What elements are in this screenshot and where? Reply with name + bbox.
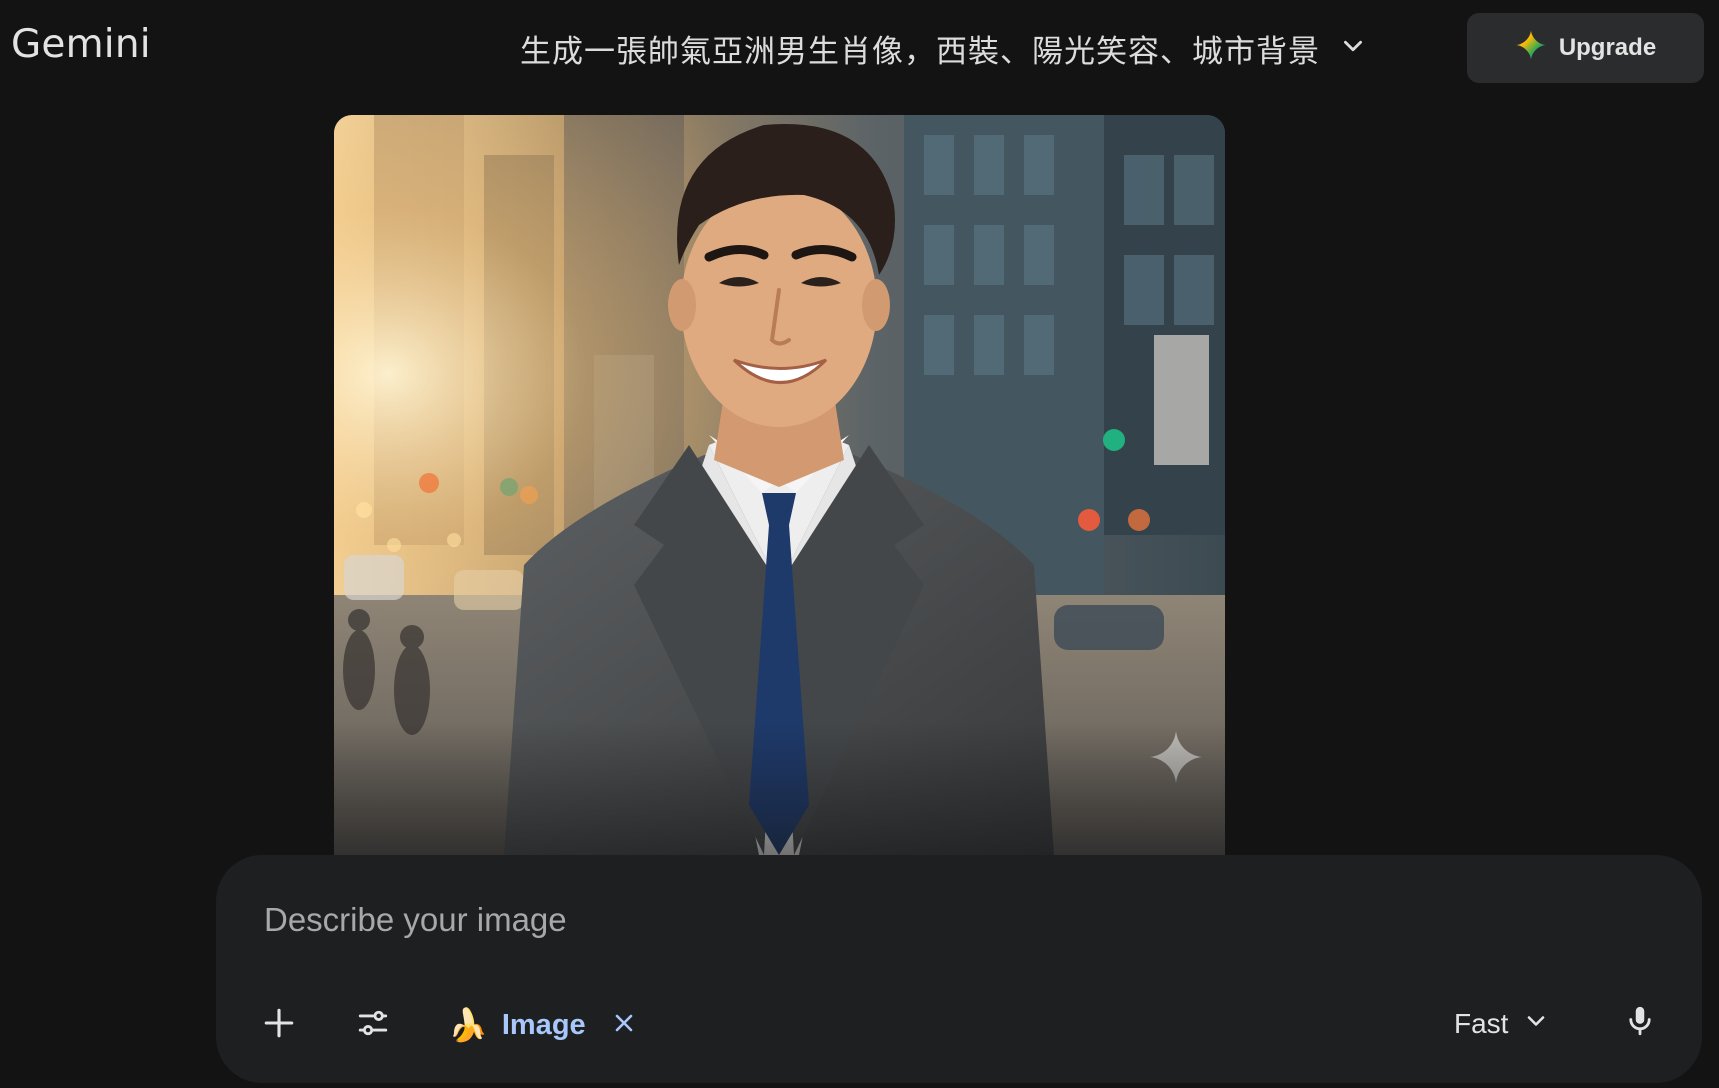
model-label: Fast (1454, 1008, 1509, 1039)
model-selector[interactable]: Fast (1454, 998, 1548, 1050)
upgrade-button[interactable]: Upgrade (1467, 13, 1704, 83)
gemini-sparkle-icon (1515, 29, 1547, 68)
plus-icon (262, 1006, 296, 1045)
generated-image[interactable] (334, 115, 1225, 855)
tools-button[interactable] (348, 1000, 398, 1050)
chevron-down-icon (1524, 1008, 1548, 1040)
image-tool-label: Image (501, 1008, 586, 1041)
tune-icon (356, 1006, 390, 1045)
prompt-composer: 🍌 Image Fast (216, 855, 1702, 1083)
banana-icon: 🍌 (448, 1006, 488, 1044)
add-button[interactable] (254, 1000, 304, 1050)
close-icon (612, 1011, 636, 1040)
voice-input-button[interactable] (1614, 997, 1666, 1049)
conversation-title: 生成一張帥氣亞洲男生肖像，西裝、陽光笑容、城市背景 (520, 33, 1320, 70)
microphone-icon (1623, 1004, 1657, 1043)
chevron-down-icon (1340, 33, 1366, 64)
gemini-logo[interactable]: Gemini (11, 22, 151, 67)
image-tool-chip[interactable]: 🍌 Image (448, 997, 642, 1053)
prompt-input[interactable] (262, 895, 1646, 945)
remove-image-tool-button[interactable] (606, 1007, 642, 1043)
upgrade-label: Upgrade (1558, 34, 1657, 61)
conversation-title-dropdown[interactable]: 生成一張帥氣亞洲男生肖像，西裝、陽光笑容、城市背景 (520, 22, 1366, 74)
